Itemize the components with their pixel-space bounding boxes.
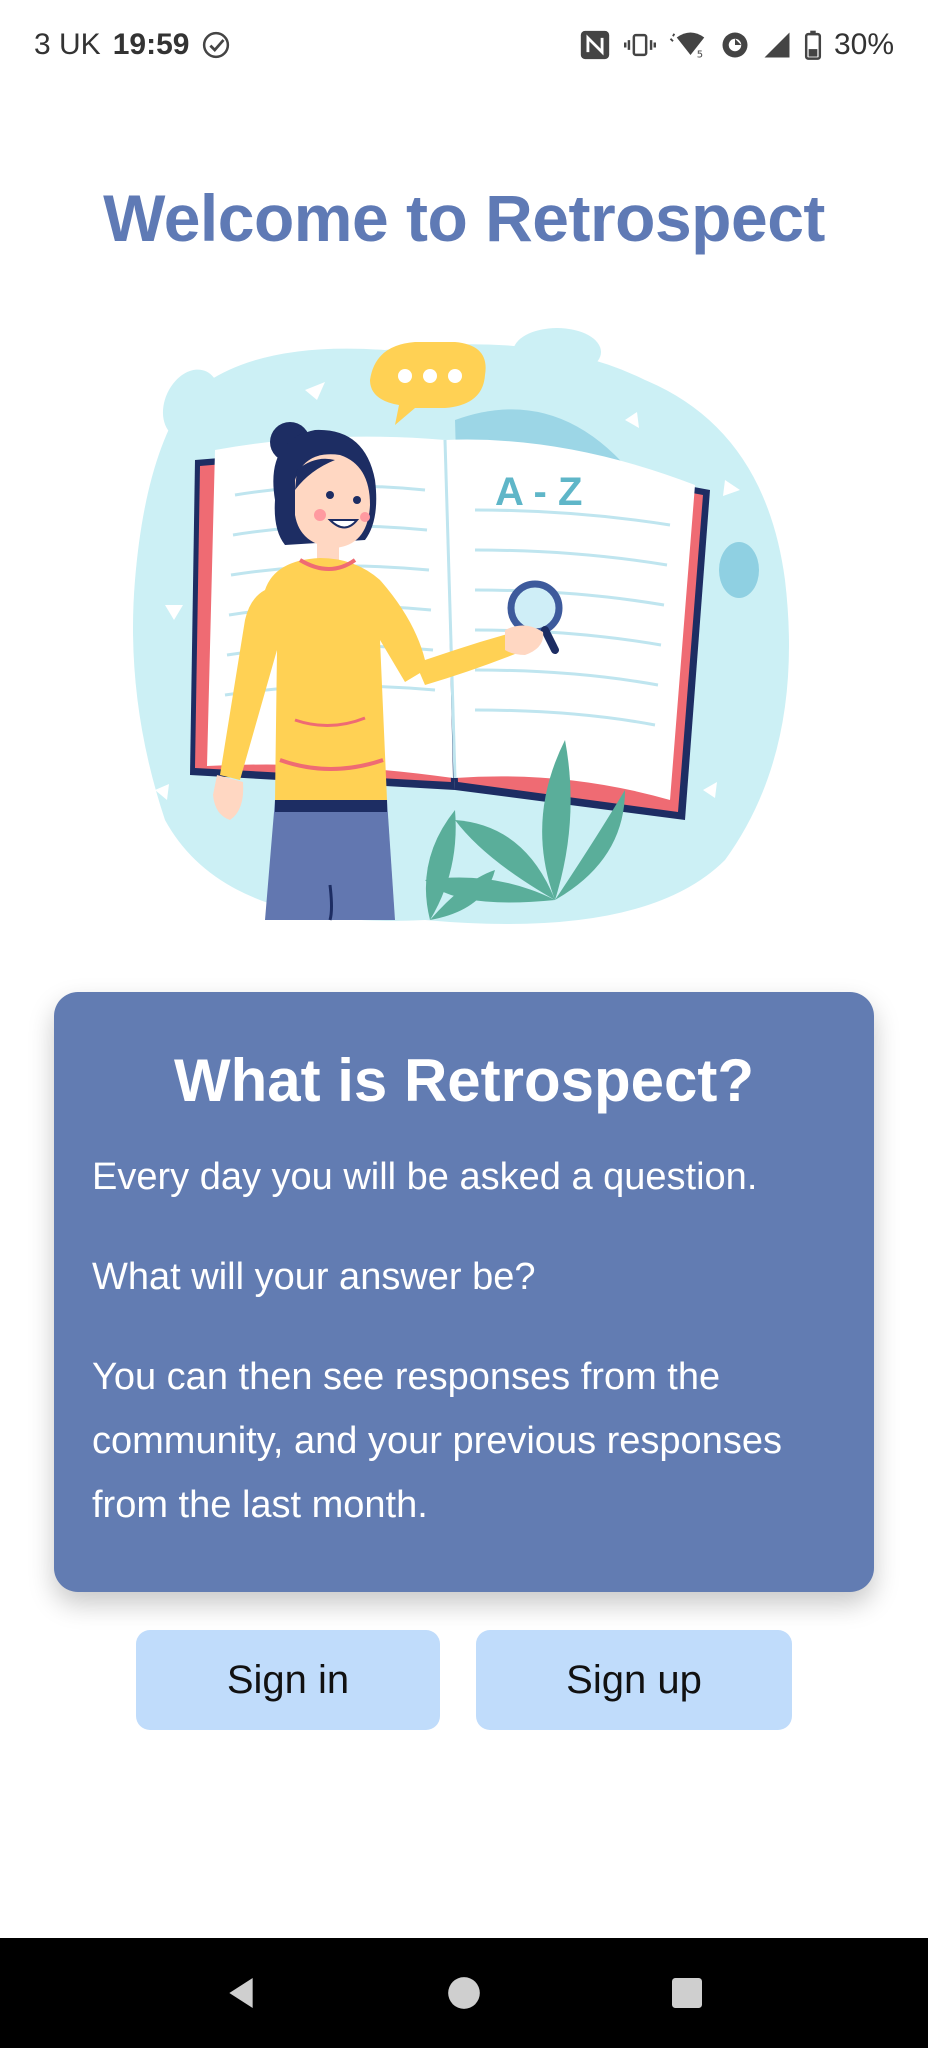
status-right: 5 30%: [578, 28, 894, 62]
navigation-bar: [0, 1938, 928, 2048]
hero-illustration: A - Z: [125, 320, 805, 940]
battery-percent: 30%: [833, 28, 894, 61]
card-paragraph-3: You can then see responses from the comm…: [92, 1356, 782, 1526]
check-circle-icon: [201, 30, 231, 60]
status-bar: 3 UK 19:59 5 30%: [0, 0, 928, 90]
svg-text:5: 5: [697, 50, 703, 61]
page-title: Welcome to Retrospect: [103, 181, 825, 255]
home-icon[interactable]: [434, 1963, 494, 2023]
sign-in-button[interactable]: Sign in: [136, 1630, 440, 1730]
signal-icon: [762, 30, 792, 60]
card-paragraph-2: What will your answer be?: [92, 1256, 536, 1298]
card-title: What is Retrospect?: [173, 1047, 755, 1114]
clock: 19:59: [112, 28, 190, 61]
data-saver-icon: [720, 30, 750, 60]
card-paragraph-1: Every day you will be asked a question.: [92, 1156, 758, 1198]
battery-icon: [804, 30, 822, 60]
status-left: 3 UK 19:59: [34, 28, 231, 62]
wifi-icon: 5: [668, 30, 708, 60]
book-az-label: A - Z: [495, 470, 582, 514]
sign-up-button[interactable]: Sign up: [476, 1630, 792, 1730]
nfc-icon: [578, 28, 612, 62]
recents-icon[interactable]: [657, 1963, 717, 2023]
back-icon[interactable]: [211, 1963, 271, 2023]
carrier-label: 3 UK: [34, 28, 101, 61]
vibrate-icon: [623, 30, 656, 60]
info-card: What is Retrospect? Every day you will b…: [54, 992, 874, 1592]
